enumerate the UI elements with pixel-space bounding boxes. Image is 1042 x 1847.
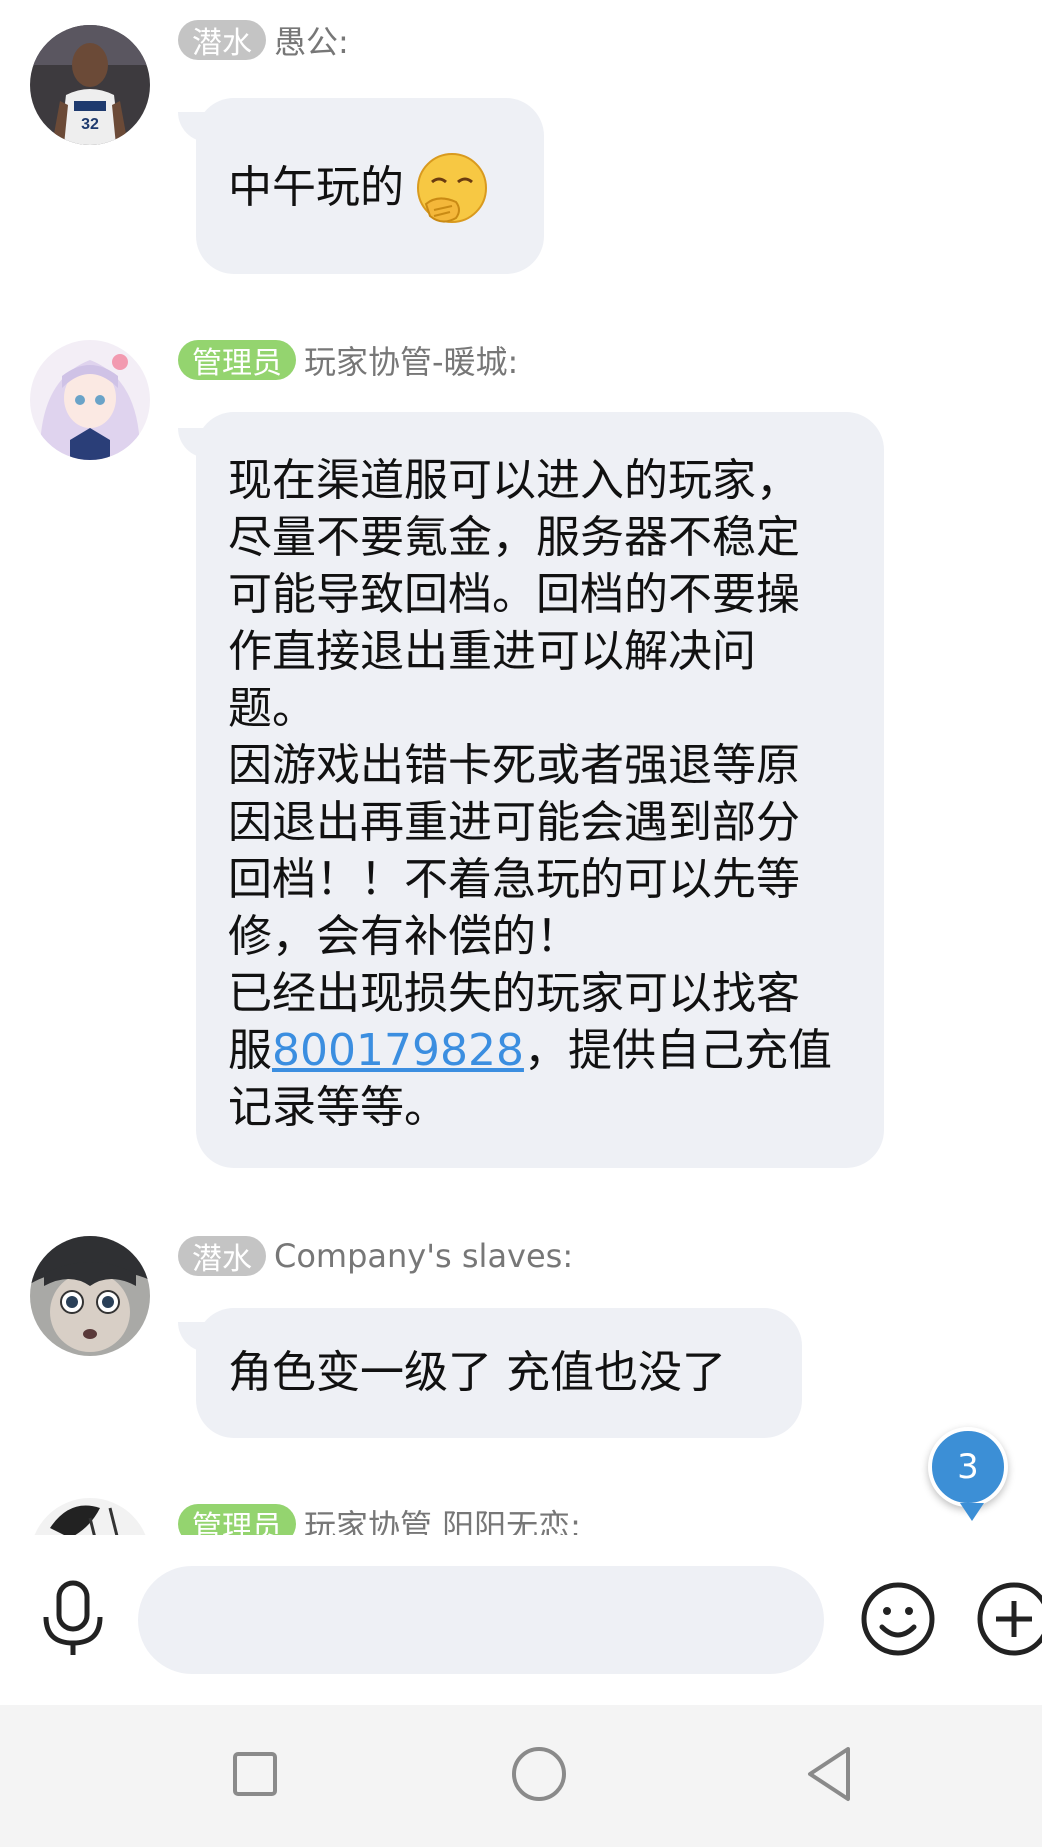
- triangle-back-icon[interactable]: [800, 1743, 860, 1805]
- smiley-icon[interactable]: [860, 1581, 936, 1657]
- role-badge: 潜水: [178, 20, 266, 61]
- message-line: 修，会有补偿的！: [228, 911, 580, 962]
- chat-area[interactable]: 32 潜水 愚公: 中午玩的 管理员 玩家协管-暖城: 现在渠道服可以进入的玩家…: [0, 0, 1042, 1535]
- microphone-icon[interactable]: [38, 1579, 108, 1659]
- message-text: 中午玩的: [228, 162, 404, 213]
- line-suffix: ，提供自己充值: [523, 1025, 832, 1076]
- avatar-yugong[interactable]: 32: [30, 25, 150, 145]
- role-badge: 管理员: [178, 1504, 296, 1535]
- plus-icon[interactable]: [976, 1581, 1042, 1657]
- square-icon[interactable]: [230, 1749, 280, 1799]
- message-bubble[interactable]: 角色变一级了 充值也没了: [196, 1308, 802, 1438]
- message-line: 可能导致回档。回档的不要操: [228, 569, 800, 620]
- sender-name[interactable]: Company's slaves:: [274, 1237, 573, 1275]
- message-line: 现在渠道服可以进入的玩家，: [228, 455, 800, 506]
- circle-icon[interactable]: [510, 1745, 568, 1803]
- face-with-hand-over-mouth-emoji: [412, 150, 492, 230]
- line-prefix: 服: [228, 1025, 272, 1076]
- message-text: 角色变一级了 充值也没了: [228, 1347, 726, 1398]
- sender-name[interactable]: 愚公:: [274, 17, 349, 63]
- message-line: 尽量不要氪金，服务器不稳定: [228, 512, 800, 563]
- message-line-with-link: 服800179828，提供自己充值: [228, 1022, 884, 1079]
- message-line: 已经出现损失的玩家可以找客: [228, 968, 800, 1019]
- message-line: 因游戏出错卡死或者强退等原: [228, 740, 800, 791]
- message-meta: 管理员 玩家协管-暖城:: [178, 338, 518, 382]
- message-line: 记录等等。: [228, 1082, 448, 1133]
- phone-number-link[interactable]: 800179828: [272, 1025, 524, 1076]
- sender-name[interactable]: 玩家协管-暖城:: [304, 337, 518, 383]
- message-meta: 潜水 Company's slaves:: [178, 1234, 573, 1278]
- message-meta: 潜水 愚公:: [178, 18, 349, 62]
- role-badge: 潜水: [178, 1236, 266, 1277]
- message-meta: 管理员 玩家协管 阳阳无恋:: [178, 1502, 581, 1535]
- message-bubble[interactable]: 中午玩的: [196, 98, 544, 274]
- role-badge: 管理员: [178, 340, 296, 381]
- sender-name[interactable]: 玩家协管 阳阳无恋:: [304, 1501, 581, 1535]
- message-bubble[interactable]: 现在渠道服可以进入的玩家， 尽量不要氪金，服务器不稳定 可能导致回档。回档的不要…: [196, 412, 884, 1168]
- message-line: 题。: [228, 683, 316, 734]
- message-line: 作直接退出重进可以解决问: [228, 626, 756, 677]
- avatar-yangyang[interactable]: [30, 1498, 150, 1535]
- unread-count-badge[interactable]: 3: [928, 1427, 1008, 1521]
- avatar-company-slaves[interactable]: [30, 1236, 150, 1356]
- message-line: 因退出再重进可能会遇到部分: [228, 797, 800, 848]
- message-input[interactable]: [138, 1566, 824, 1674]
- system-navigation-bar: [0, 1705, 1042, 1847]
- avatar-nuancheng[interactable]: [30, 340, 150, 460]
- input-bar: [0, 1535, 1042, 1705]
- svg-text:32: 32: [81, 116, 99, 133]
- message-line: 回档！！不着急玩的可以先等: [228, 854, 800, 905]
